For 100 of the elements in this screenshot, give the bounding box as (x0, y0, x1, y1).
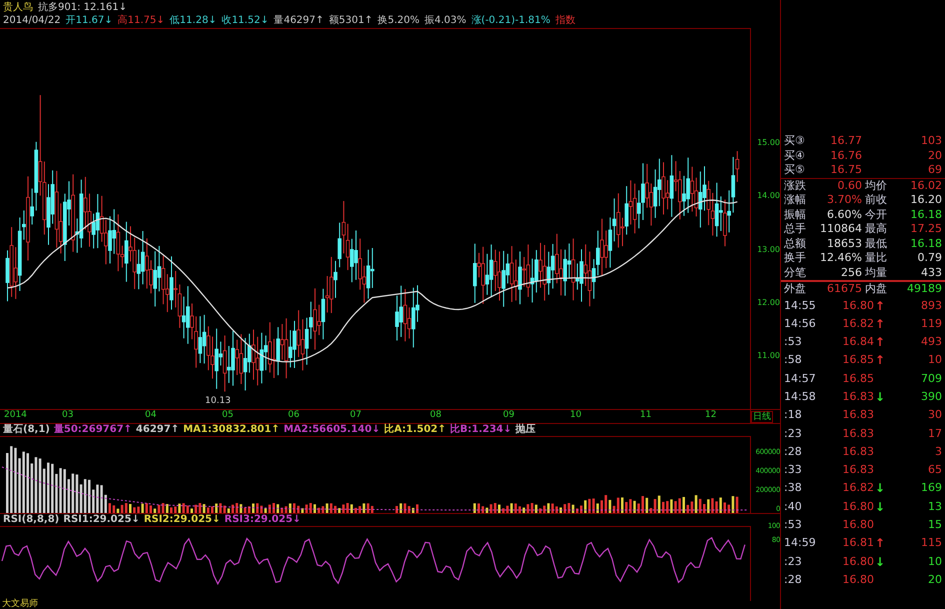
quote-field: 高11.75↓ (118, 14, 165, 27)
tick-price: 16.82 (842, 316, 874, 332)
direction-arrow: ↓ (874, 554, 886, 571)
stat-value: 433 (920, 266, 942, 280)
volume-indicator-field: 比A:1.502↑ (384, 424, 446, 436)
date-label: 2014/04/22 (3, 14, 61, 27)
tick-price: 16.80 (842, 554, 874, 570)
tick-volume: 493 (920, 334, 942, 350)
month-label: 2014 (4, 410, 27, 420)
tick-time: :53 (784, 517, 803, 534)
stat-label: 内盘 (865, 282, 888, 296)
stat-label: 振幅 (784, 208, 807, 222)
quote-field: 开11.67↓ (66, 14, 113, 27)
tick-price: 16.83 (842, 444, 874, 460)
tick-volume: 20 (927, 572, 942, 588)
indicator-value: 抗多901: 12.161↓ (38, 1, 128, 14)
tick-volume: 169 (920, 480, 942, 496)
tick-volume: 119 (920, 316, 942, 332)
tick-time: :58 (784, 352, 803, 368)
tick-price: 16.81 (842, 535, 874, 552)
price-axis-label: 15.00 (757, 138, 780, 147)
tick-time: 14:58 (784, 388, 817, 405)
month-label: 05 (222, 410, 234, 420)
stat-value: 16.18 (910, 208, 942, 222)
month-label: 06 (288, 410, 300, 420)
tick-time: 14:57 (784, 370, 817, 387)
volume-indicator-field: MA2:56605.140↓ (284, 424, 380, 436)
stat-value: 0.60 (836, 178, 862, 193)
price-axis-label: 12.00 (757, 298, 780, 307)
stat-value: 0.79 (916, 251, 942, 266)
stat-value: 12.46% (819, 251, 862, 266)
tick-time: :18 (784, 407, 803, 424)
tick-time: :23 (784, 426, 803, 442)
stat-label: 均量 (865, 266, 888, 280)
price-axis-label: 14.00 (757, 191, 780, 200)
stat-label: 涨幅 (784, 193, 807, 208)
stat-value: 49189 (906, 282, 942, 296)
bid-label: 买③ (784, 134, 806, 148)
tick-price: 16.83 (842, 462, 874, 478)
stat-value: 18653 (826, 236, 862, 251)
direction-arrow: ↑ (874, 298, 886, 314)
month-label: 11 (640, 410, 652, 420)
month-label: 07 (350, 410, 362, 420)
stat-label: 总额 (784, 236, 807, 251)
direction-arrow: ↑ (874, 535, 886, 552)
stat-value: 256 (840, 266, 862, 280)
stat-label: 换手 (784, 251, 807, 266)
quote-field: 低11.28↓ (170, 14, 217, 27)
quote-field: 收11.52↓ (222, 14, 269, 27)
stat-label: 量比 (865, 251, 888, 266)
tick-price: 16.84 (842, 334, 874, 350)
quote-field: 涨(-0.21)-1.81% (471, 14, 550, 27)
tick-time: :33 (784, 462, 803, 478)
tick-price: 16.82 (842, 480, 874, 496)
tick-time: :23 (784, 554, 803, 570)
month-label: 04 (145, 410, 156, 420)
tick-time: 14:59 (784, 535, 817, 552)
tick-price: 16.85 (842, 352, 874, 368)
tick-volume: 709 (920, 370, 942, 387)
tick-time: 14:56 (784, 316, 817, 332)
tick-volume: 30 (927, 407, 942, 424)
bid-label: 买④ (784, 148, 806, 163)
tick-volume: 115 (920, 535, 942, 552)
low-price-label: 10.13 (205, 396, 231, 406)
rsi-indicator-field: RSI1:29.025↓ (63, 514, 140, 526)
tick-time: 14:55 (784, 298, 817, 314)
direction-arrow: ↓ (874, 498, 886, 516)
quote-field: 指数 (555, 14, 576, 27)
stat-value: 110864 (819, 222, 862, 236)
volume-indicator-field: MA1:30832.801↑ (183, 424, 280, 436)
bid-price: 16.77 (830, 134, 862, 148)
price-axis-label: 11.00 (757, 351, 780, 360)
rsi-indicator-field: RSI3:29.025↓ (224, 514, 301, 526)
stat-value: 17.25 (910, 222, 942, 236)
quote-field: 额5301↑ (328, 14, 373, 27)
stat-label: 今开 (865, 208, 888, 222)
volume-indicator-field: 比B:1.234↓ (450, 424, 512, 436)
tick-price: 16.83 (842, 426, 874, 442)
bid-price: 16.75 (830, 163, 862, 178)
stat-value: 3.70% (826, 193, 862, 208)
quote-field: 振4.03% (424, 14, 466, 27)
tick-price: 16.80 (842, 572, 874, 588)
stat-label: 均价 (865, 178, 888, 193)
tick-volume: 3 (934, 444, 942, 460)
period-label: 日线 (751, 411, 773, 423)
tick-time: :40 (784, 498, 803, 515)
volume-indicator-field: 抛压 (516, 424, 536, 436)
month-label: 09 (503, 410, 514, 420)
tick-time: :28 (784, 444, 803, 460)
stat-value: 61675 (826, 282, 862, 296)
tick-volume: 13 (927, 498, 942, 515)
quote-field: 换5.20% (378, 14, 420, 27)
footer-label: 大文易师 (2, 599, 38, 609)
tick-price: 16.80 (842, 517, 874, 534)
stat-value: 16.20 (910, 193, 942, 208)
bid-volume: 103 (920, 134, 942, 148)
stat-label: 最高 (865, 222, 888, 236)
month-label: 03 (62, 410, 74, 420)
tick-volume: 893 (920, 298, 942, 314)
bid-volume: 20 (927, 148, 942, 163)
